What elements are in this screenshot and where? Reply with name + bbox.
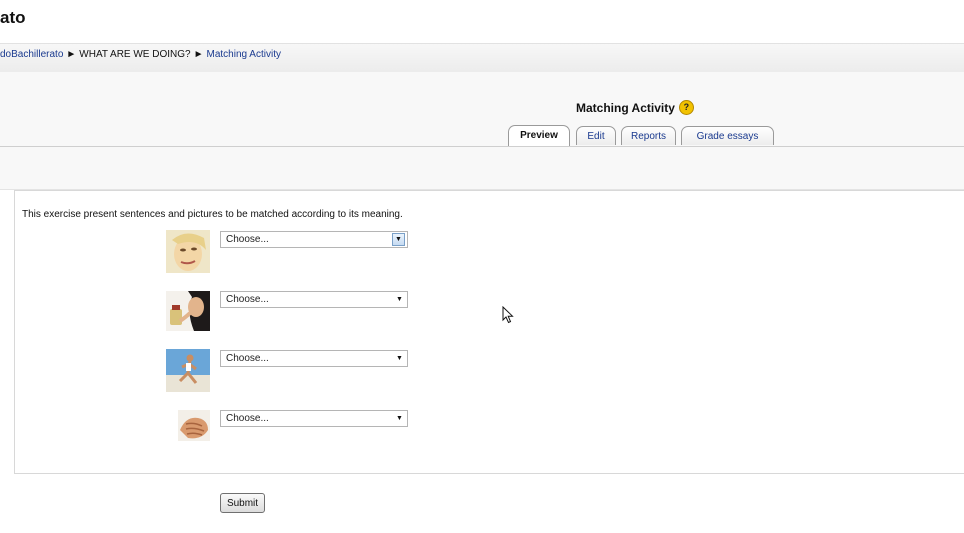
tab-reports[interactable]: Reports xyxy=(621,126,676,145)
face-image xyxy=(166,230,210,273)
hand-image xyxy=(178,410,210,441)
chevron-down-icon[interactable]: ▼ xyxy=(394,294,405,305)
select-value: Choose... xyxy=(226,234,269,245)
chevron-down-icon[interactable]: ▼ xyxy=(394,353,405,364)
breadcrumb: doBachillerato ► WHAT ARE WE DOING? ► Matchi… xyxy=(0,44,281,66)
site-title: ato xyxy=(0,8,26,27)
match-select-1[interactable]: Choose... ▼ xyxy=(220,231,408,248)
breadcrumb-separator: ► xyxy=(193,49,204,60)
breadcrumb-course-link[interactable]: doBachillerato xyxy=(0,49,63,60)
tab-edit[interactable]: Edit xyxy=(576,126,616,145)
select-value: Choose... xyxy=(226,294,269,305)
question-box xyxy=(14,190,964,474)
page-title: Matching Activity ? xyxy=(576,100,694,115)
tab-grade-essays[interactable]: Grade essays xyxy=(681,126,774,145)
question-intro: This exercise present sentences and pict… xyxy=(22,209,403,220)
chevron-down-icon[interactable]: ▼ xyxy=(394,413,405,424)
help-icon[interactable]: ? xyxy=(678,100,694,115)
submit-button[interactable]: Submit xyxy=(220,493,265,513)
select-value: Choose... xyxy=(226,353,269,364)
match-select-2[interactable]: Choose... ▼ xyxy=(220,291,408,308)
info-band xyxy=(0,147,964,190)
chevron-down-icon[interactable]: ▼ xyxy=(392,233,405,246)
breadcrumb-separator: ► xyxy=(66,49,77,60)
activity-title-text: Matching Activity xyxy=(576,100,675,115)
navbar: doBachillerato ► WHAT ARE WE DOING? ► Matchi… xyxy=(0,43,964,72)
select-value: Choose... xyxy=(226,413,269,424)
breadcrumb-activity-link[interactable]: Matching Activity xyxy=(207,49,281,60)
runner-image xyxy=(166,349,210,392)
match-select-3[interactable]: Choose... ▼ xyxy=(220,350,408,367)
activity-header xyxy=(0,72,964,147)
breadcrumb-section-link[interactable]: WHAT ARE WE DOING? xyxy=(79,49,190,60)
person-eating-image xyxy=(166,291,210,331)
match-select-4[interactable]: Choose... ▼ xyxy=(220,410,408,427)
tab-preview[interactable]: Preview xyxy=(508,125,570,146)
mouse-pointer-icon xyxy=(502,305,514,329)
